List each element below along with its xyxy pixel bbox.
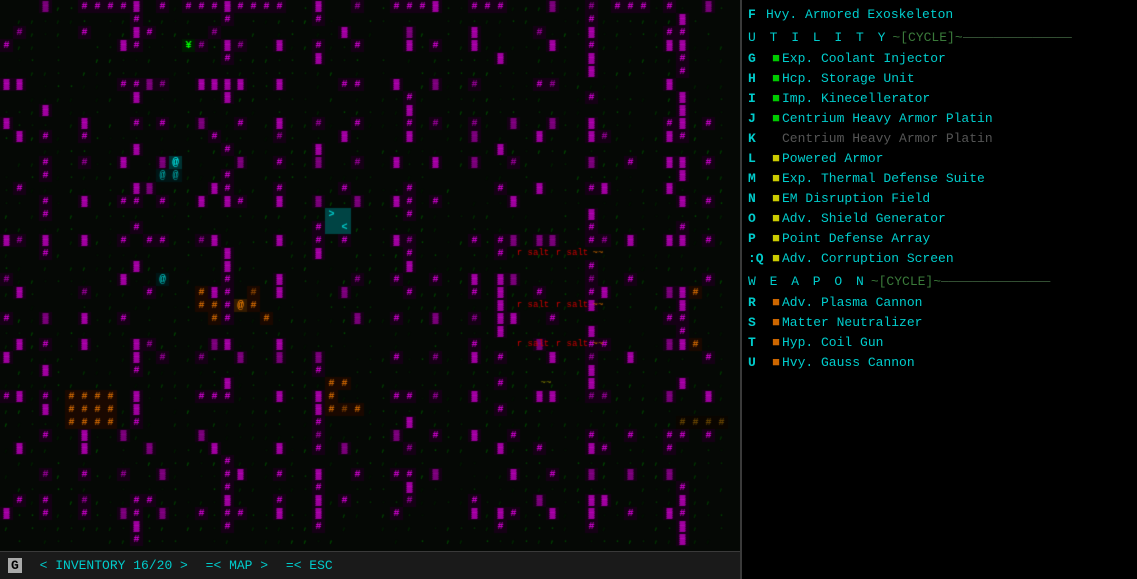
- item-name: Adv. Shield Generator: [782, 211, 946, 226]
- item-dot: ■: [770, 251, 782, 266]
- utility-section-header: U T I L I T Y ~[CYCLE]~ ――――――――――――――: [748, 26, 1131, 48]
- item-name: Adv. Corruption Screen: [782, 251, 954, 266]
- item-name: Exp. Thermal Defense Suite: [782, 171, 985, 186]
- utility-item-2[interactable]: I ■ Imp. Kinecellerator: [748, 88, 1131, 108]
- item-dot: ■: [770, 295, 782, 310]
- utility-item-8[interactable]: O ■ Adv. Shield Generator: [748, 208, 1131, 228]
- weapon-item-3[interactable]: U ■ Hvy. Gauss Cannon: [748, 352, 1131, 372]
- utility-item-6[interactable]: M ■ Exp. Thermal Defense Suite: [748, 168, 1131, 188]
- item-name: EM Disruption Field: [782, 191, 930, 206]
- item-dot: ■: [770, 171, 782, 186]
- item-key: G: [748, 51, 770, 66]
- item-dot: ■: [770, 191, 782, 206]
- map-label[interactable]: =< MAP >: [206, 558, 268, 573]
- item-key: T: [748, 335, 770, 350]
- item-dot: ■: [770, 151, 782, 166]
- utility-item-5[interactable]: L ■ Powered Armor: [748, 148, 1131, 168]
- item-dot: ■: [770, 211, 782, 226]
- game-container: G < INVENTORY 16/20 > =< MAP > =< ESC F …: [0, 0, 1137, 579]
- weapon-items: R ■ Adv. Plasma Cannon S ■ Matter Neutra…: [748, 292, 1131, 372]
- item-dot: ■: [770, 51, 782, 66]
- item-name: Adv. Plasma Cannon: [782, 295, 922, 310]
- item-name: Hcp. Storage Unit: [782, 71, 915, 86]
- map-area[interactable]: G < INVENTORY 16/20 > =< MAP > =< ESC: [0, 0, 740, 579]
- item-name: Point Defense Array: [782, 231, 930, 246]
- item-dot: ■: [770, 91, 782, 106]
- item-key: N: [748, 191, 770, 206]
- item-key: H: [748, 71, 770, 86]
- item-name: Matter Neutralizer: [782, 315, 922, 330]
- item-key: R: [748, 295, 770, 310]
- item-dot: ■: [770, 335, 782, 350]
- item-name: Imp. Kinecellerator: [782, 91, 930, 106]
- item-name: Hyp. Coil Gun: [782, 335, 883, 350]
- utility-item-1[interactable]: H ■ Hcp. Storage Unit: [748, 68, 1131, 88]
- bottom-map-label: G < INVENTORY 16/20 > =< MAP > =< ESC: [8, 558, 333, 573]
- item-key: O: [748, 211, 770, 226]
- utility-cycle-tag: ~[CYCLE]~: [892, 30, 962, 45]
- utility-item-3[interactable]: J ■ Centrium Heavy Armor Platin: [748, 108, 1131, 128]
- utility-item-4[interactable]: K Centrium Heavy Armor Platin: [748, 128, 1131, 148]
- item-key: U: [748, 355, 770, 370]
- item-name: Centrium Heavy Armor Platin: [782, 131, 993, 146]
- utility-item-10[interactable]: :Q ■ Adv. Corruption Screen: [748, 248, 1131, 268]
- utility-item-9[interactable]: P ■ Point Defense Array: [748, 228, 1131, 248]
- item-key: M: [748, 171, 770, 186]
- utility-divider: ――――――――――――――: [963, 30, 1131, 45]
- item-key: I: [748, 91, 770, 106]
- item-dot: ■: [770, 315, 782, 330]
- weapon-section-header: W E A P O N ~[CYCLE]~ ――――――――――――――: [748, 270, 1131, 292]
- item-dot: ■: [770, 231, 782, 246]
- utility-item-7[interactable]: N ■ EM Disruption Field: [748, 188, 1131, 208]
- item-key: :Q: [748, 251, 770, 266]
- item-name: Hvy. Gauss Cannon: [782, 355, 915, 370]
- utility-items: G ■ Exp. Coolant Injector H ■ Hcp. Stora…: [748, 48, 1131, 268]
- item-dot: ■: [770, 71, 782, 86]
- item-key: P: [748, 231, 770, 246]
- item-name: Exp. Coolant Injector: [782, 51, 946, 66]
- player-indicator: G: [8, 558, 22, 573]
- weapon-cycle-tag: ~[CYCLE]~: [871, 274, 941, 289]
- item-name: Powered Armor: [782, 151, 883, 166]
- item-dot: ■: [770, 355, 782, 370]
- item-name: Centrium Heavy Armor Platin: [782, 111, 993, 126]
- item-key: K: [748, 131, 770, 146]
- weapon-label: W E A P O N: [748, 274, 867, 289]
- header-item: F Hvy. Armored Exoskeleton: [748, 4, 1131, 24]
- item-key: L: [748, 151, 770, 166]
- inventory-label[interactable]: < INVENTORY 16/20 >: [40, 558, 188, 573]
- item-dot: ■: [770, 111, 782, 126]
- utility-label: U T I L I T Y: [748, 30, 888, 45]
- weapon-item-1[interactable]: S ■ Matter Neutralizer: [748, 312, 1131, 332]
- esc-label[interactable]: =< ESC: [286, 558, 333, 573]
- utility-item-0[interactable]: G ■ Exp. Coolant Injector: [748, 48, 1131, 68]
- weapon-divider: ――――――――――――――: [941, 274, 1131, 289]
- item-key: S: [748, 315, 770, 330]
- sidebar: F Hvy. Armored Exoskeleton U T I L I T Y…: [740, 0, 1137, 579]
- weapon-item-0[interactable]: R ■ Adv. Plasma Cannon: [748, 292, 1131, 312]
- item-key: J: [748, 111, 770, 126]
- header-key: F: [748, 7, 766, 22]
- weapon-item-2[interactable]: T ■ Hyp. Coil Gun: [748, 332, 1131, 352]
- header-item-name: Hvy. Armored Exoskeleton: [766, 7, 953, 22]
